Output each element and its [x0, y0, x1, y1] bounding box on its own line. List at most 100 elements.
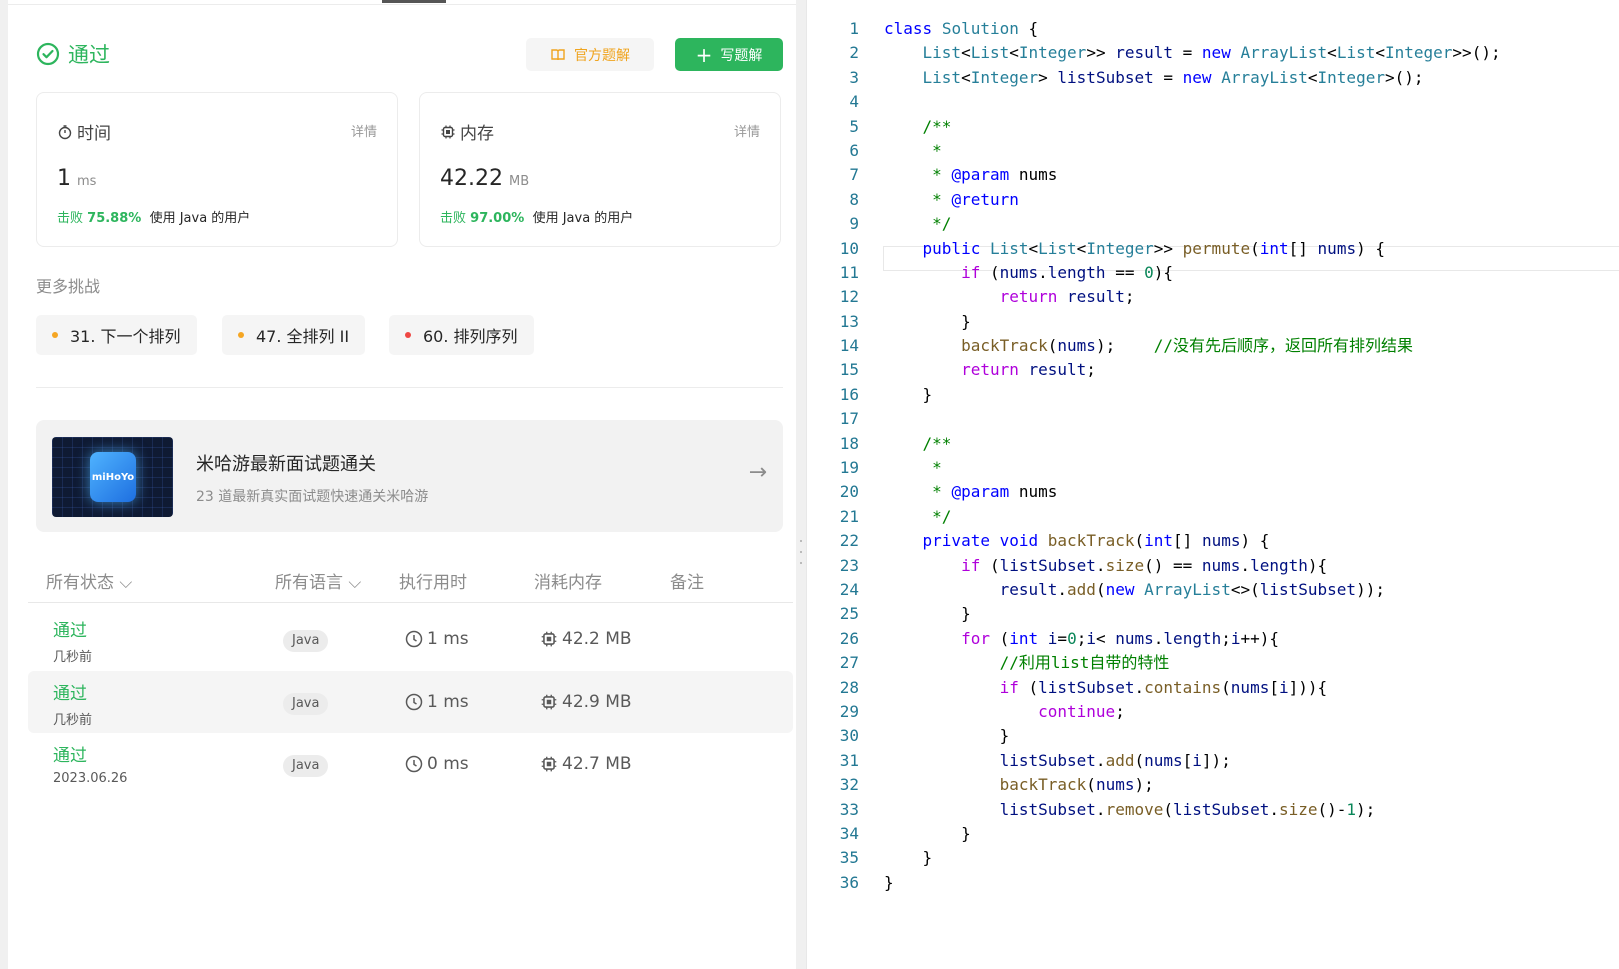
status-link[interactable]: 通过	[53, 616, 87, 641]
code-line[interactable]: 23 if (listSubset.size() == nums.length)…	[807, 554, 1619, 578]
line-text: * @param nums	[932, 482, 1058, 502]
table-row[interactable]: 通过 几秒前 Java 1 ms 42.2 MB	[28, 608, 793, 670]
line-number: 9	[849, 214, 859, 234]
line-text: listSubset.add(nums[i]);	[999, 750, 1231, 770]
runtime-value: 1 ms	[57, 166, 96, 191]
line-text: }	[884, 872, 894, 892]
line-text: *	[932, 140, 942, 160]
code-line[interactable]: 16 }	[807, 383, 1619, 407]
resize-handle[interactable]	[798, 540, 804, 564]
official-solution-button[interactable]: 官方题解	[526, 38, 654, 71]
challenge-tag[interactable]: 31. 下一个排列	[36, 315, 197, 355]
beats-percent: 75.88%	[87, 211, 142, 226]
line-number: 8	[849, 189, 859, 209]
code-line[interactable]: 5 /**	[807, 115, 1619, 139]
code-line[interactable]: 2 List<List<Integer>> result = new Array…	[807, 41, 1619, 65]
code-line[interactable]: 15 return result;	[807, 358, 1619, 382]
memory-value: 42.22 MB	[440, 166, 529, 191]
code-line[interactable]: 33 listSubset.remove(listSubset.size()-1…	[807, 798, 1619, 822]
filter-language-dropdown[interactable]: 所有语言 ⌵	[275, 568, 361, 593]
code-line[interactable]: 7 * @param nums	[807, 163, 1619, 187]
table-row[interactable]: 通过 2023.06.26 Java 0 ms 42.7 MB	[28, 733, 793, 795]
line-number: 31	[839, 750, 859, 770]
status-link[interactable]: 通过	[53, 741, 87, 766]
code-line[interactable]: 31 listSubset.add(nums[i]);	[807, 749, 1619, 773]
challenge-label: 31. 下一个排列	[70, 327, 181, 346]
code-line[interactable]: 19 *	[807, 456, 1619, 480]
code-line[interactable]: 24 result.add(new ArrayList<>(listSubset…	[807, 578, 1619, 602]
code-line[interactable]: 8 * @return	[807, 188, 1619, 212]
code-line[interactable]: 4	[807, 90, 1619, 114]
book-icon	[551, 48, 565, 60]
code-area[interactable]: 1 class Solution {2 List<List<Integer>> r…	[807, 17, 1619, 895]
code-line[interactable]: 3 List<Integer> listSubset = new ArrayLi…	[807, 66, 1619, 90]
divider	[36, 387, 783, 388]
filter-status-dropdown[interactable]: 所有状态 ⌵	[46, 568, 132, 593]
code-line[interactable]: 12 return result;	[807, 285, 1619, 309]
code-line[interactable]: 6 *	[807, 139, 1619, 163]
promo-subtitle: 23 道最新真实面试题快速通关米哈游	[196, 489, 429, 505]
challenge-label: 60. 排列序列	[423, 327, 518, 346]
challenge-tag[interactable]: 60. 排列序列	[389, 315, 534, 355]
difficulty-dot	[405, 332, 411, 338]
header-label: 所有状态	[46, 573, 114, 593]
line-text: return result;	[961, 360, 1096, 380]
code-line[interactable]: 17	[807, 407, 1619, 431]
code-line[interactable]: 29 continue;	[807, 700, 1619, 724]
write-solution-button[interactable]: + 写题解	[675, 38, 783, 71]
notes-column-header: 备注	[670, 573, 704, 593]
promo-banner[interactable]: miHoYo 米哈游最新面试题通关 23 道最新真实面试题快速通关米哈游 →	[36, 420, 783, 532]
code-line[interactable]: 32 backTrack(nums);	[807, 773, 1619, 797]
code-line[interactable]: 13 }	[807, 310, 1619, 334]
code-line[interactable]: 26 for (int i=0;i< nums.length;i++){	[807, 627, 1619, 651]
line-text: if (listSubset.size() == nums.length){	[961, 555, 1328, 575]
memory-beats: 击败 97.00% 使用 Java 的用户	[440, 207, 633, 226]
line-text: *	[932, 458, 942, 478]
line-number: 2	[849, 43, 859, 63]
code-line[interactable]: 1 class Solution {	[807, 17, 1619, 41]
line-number: 13	[839, 311, 859, 331]
memory-value: 42.7 MB	[562, 754, 632, 774]
code-line[interactable]: 10 public List<List<Integer>> permute(in…	[807, 237, 1619, 261]
line-number: 23	[839, 555, 859, 575]
line-text: }	[884, 848, 933, 868]
code-line[interactable]: 9 */	[807, 212, 1619, 236]
line-number: 36	[839, 872, 859, 892]
runtime-cell: 1 ms	[405, 692, 469, 712]
line-text: for (int i=0;i< nums.length;i++){	[961, 628, 1280, 648]
table-row[interactable]: 通过 几秒前 Java 1 ms 42.9 MB	[28, 671, 793, 733]
code-line[interactable]: 30 }	[807, 724, 1619, 748]
arrow-right-icon: →	[748, 460, 767, 485]
memory-card: 内存 详情 42.22 MB 击败 97.00% 使用 Java 的用户	[419, 92, 781, 247]
line-text: }	[884, 384, 933, 404]
code-line[interactable]: 21 */	[807, 505, 1619, 529]
runtime-detail-link[interactable]: 详情	[351, 121, 377, 140]
line-text: List<List<Integer>> result = new ArrayLi…	[922, 43, 1501, 63]
language-badge: Java	[283, 693, 329, 715]
status-link[interactable]: 通过	[53, 679, 87, 704]
memory-detail-link[interactable]: 详情	[734, 121, 760, 140]
code-editor[interactable]: 1 class Solution {2 List<List<Integer>> r…	[806, 0, 1619, 969]
code-line[interactable]: 28 if (listSubset.contains(nums[i])){	[807, 676, 1619, 700]
chevron-down-icon: ⌵	[348, 573, 362, 593]
line-number: 33	[839, 799, 859, 819]
code-line[interactable]: 14 backTrack(nums); //没有先后顺序，返回所有排列结果	[807, 334, 1619, 358]
code-line[interactable]: 34 }	[807, 822, 1619, 846]
code-line[interactable]: 22 private void backTrack(int[] nums) {	[807, 529, 1619, 553]
code-line[interactable]: 25 }	[807, 602, 1619, 626]
code-line[interactable]: 35 }	[807, 846, 1619, 870]
line-text: return result;	[999, 287, 1135, 307]
promo-title: 米哈游最新面试题通关	[196, 454, 376, 475]
official-solution-label: 官方题解	[574, 47, 630, 64]
line-number: 3	[849, 67, 859, 87]
code-line[interactable]: 20 * @param nums	[807, 480, 1619, 504]
code-line[interactable]: 27 //利用list自带的特性	[807, 651, 1619, 675]
runtime-value: 0 ms	[427, 754, 469, 774]
line-number: 34	[839, 823, 859, 843]
memory-unit: MB	[508, 174, 530, 189]
code-line[interactable]: 11 if (nums.length == 0){	[807, 261, 1619, 285]
code-line[interactable]: 18 /**	[807, 432, 1619, 456]
code-line[interactable]: 36}	[807, 871, 1619, 895]
clock-icon	[405, 693, 423, 711]
challenge-tag[interactable]: 47. 全排列 II	[222, 315, 366, 355]
